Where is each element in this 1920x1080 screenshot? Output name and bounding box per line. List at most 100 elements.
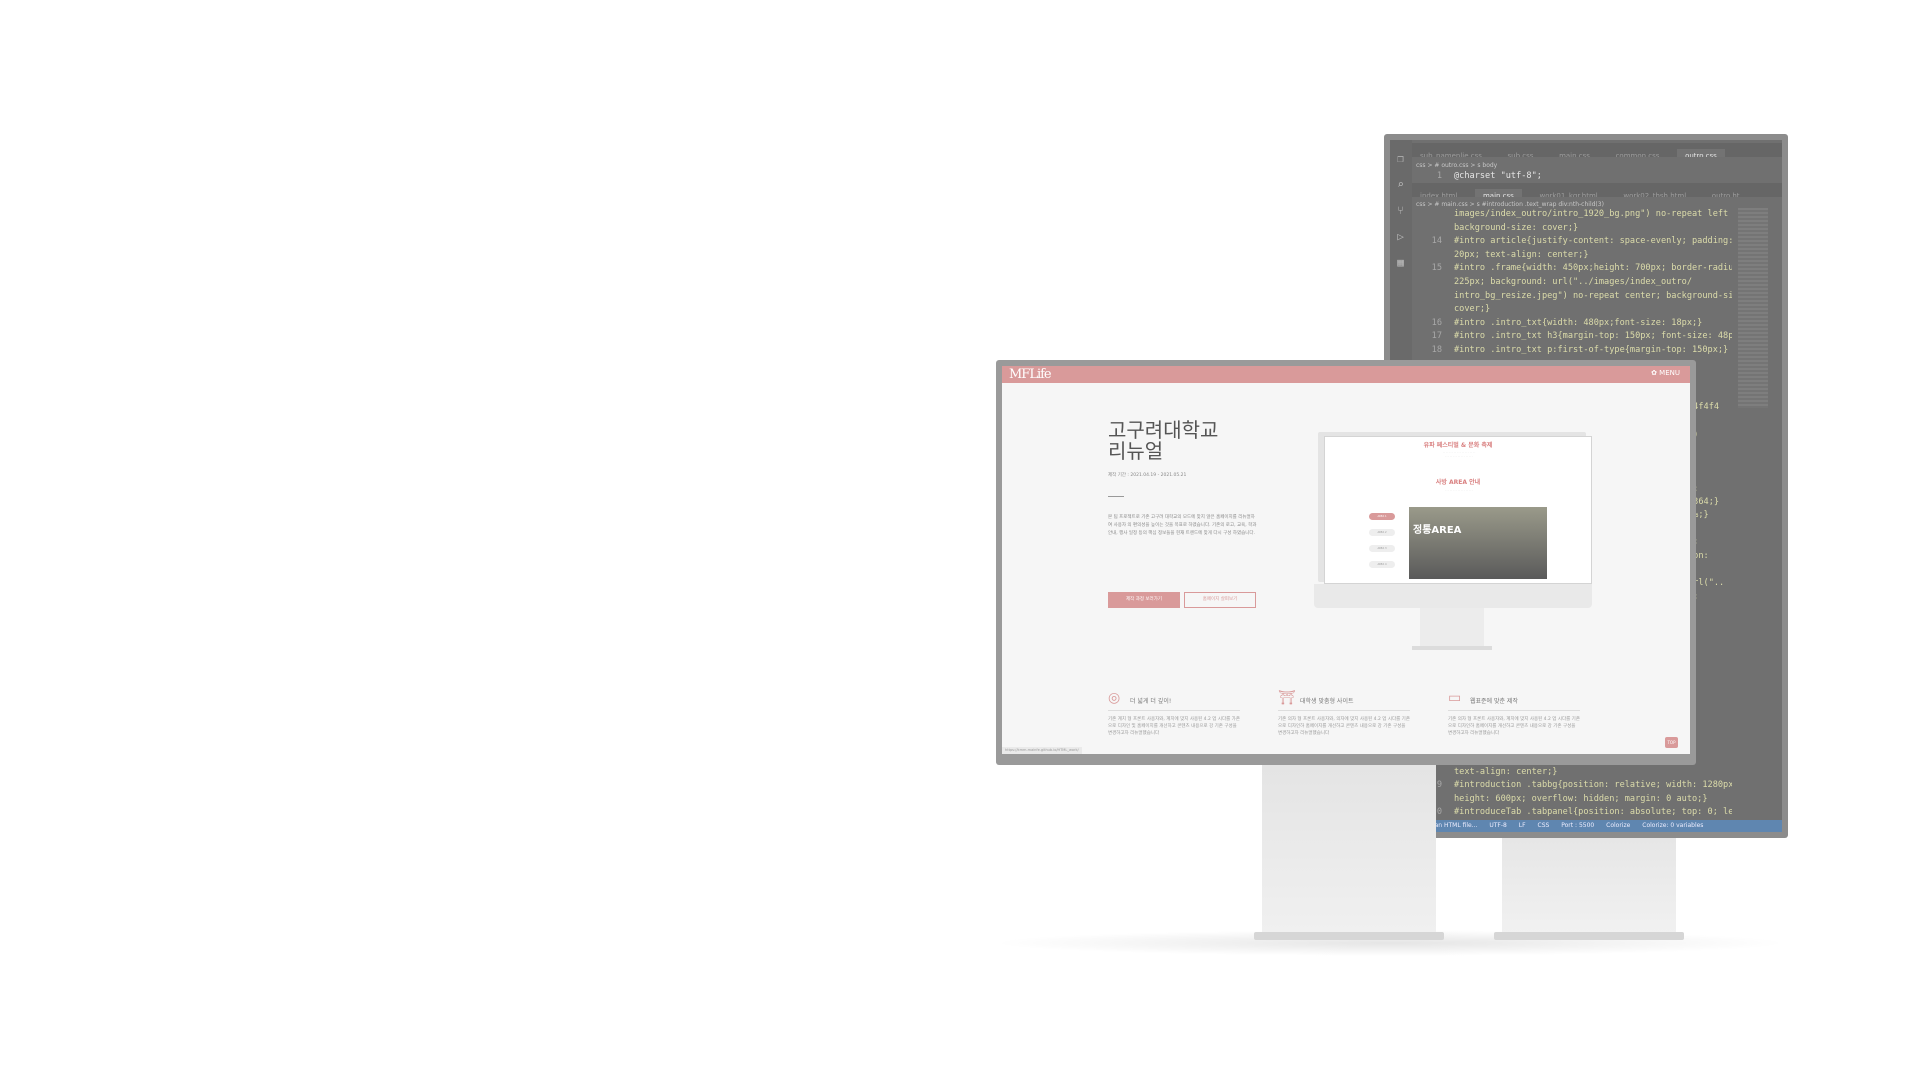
status-item[interactable]: CSS	[1538, 822, 1550, 829]
code-text: 225px; background: url("../images/index_…	[1454, 277, 1692, 287]
area-pill[interactable]: AREA 3	[1369, 545, 1395, 552]
code-text: height: 600px; overflow: hidden; margin:…	[1454, 793, 1708, 804]
project-description: 본 팀 프로젝트로 기존 고구려 대학교의 모드에 맞지 않은 홈페이지를 리뉴…	[1108, 515, 1257, 536]
area-pill[interactable]: AREA 4	[1369, 561, 1395, 568]
code-line: cover;}	[1412, 303, 1732, 316]
code-text: #intro .frame{width: 450px;height: 700px…	[1454, 263, 1732, 274]
preview-text: · · · · · · · · · · · · · · · · · ·	[1445, 489, 1473, 492]
feature-divider	[1448, 710, 1580, 711]
run-debug-icon[interactable]: ▷	[1394, 230, 1407, 243]
area-pill[interactable]: AREA 1	[1369, 513, 1395, 520]
preview-monitor-chin	[1314, 584, 1592, 608]
code-line: 17 #intro .intro_txt h3{margin-top: 150px…	[1412, 330, 1732, 343]
code-text: cover;}	[1454, 304, 1491, 315]
building-icon: ⛩	[1278, 690, 1296, 706]
status-item[interactable]: LF	[1519, 822, 1526, 829]
crowd-title: 정통AREA	[1413, 525, 1462, 536]
tab[interactable]: work01_kgr.html	[1531, 189, 1605, 197]
tab[interactable]: common.css	[1608, 149, 1668, 157]
code-text: background-size: cover;}	[1454, 222, 1579, 233]
line-number: 16	[1431, 317, 1442, 328]
code-line: 0 #introduceTab .tabpanel{position: absol…	[1412, 806, 1732, 819]
code-text: #intro .intro_txt h3{margin-top: 150px; …	[1454, 331, 1732, 342]
gear-icon: ✿	[1651, 369, 1657, 377]
line-number: 17	[1431, 331, 1442, 342]
status-bar: Waiting for an HTML file... UTF-8 LF CSS…	[1390, 820, 1782, 832]
code-line: intro_bg_resize.jpeg") no-repeat center;…	[1412, 290, 1732, 303]
extensions-icon[interactable]: ▦	[1394, 256, 1407, 269]
source-control-icon[interactable]: ⑂	[1394, 204, 1407, 217]
back-monitor-base	[1494, 932, 1684, 940]
code-text: #intro article{justify-content: space-ev…	[1454, 236, 1732, 247]
code-text: images/index_outro/intro_1920_bg.png") n…	[1454, 209, 1732, 219]
feature-divider	[1278, 710, 1410, 711]
code-line: images/index_outro/intro_1920_bg.png") n…	[1412, 208, 1732, 221]
code-text: 20px; text-align: center;}	[1454, 249, 1589, 260]
preview-heading: 유파 페스티벌 & 문화 축제	[1423, 442, 1493, 449]
search-icon[interactable]: ⌕	[1394, 178, 1407, 191]
code-line: 20px; text-align: center;}	[1412, 249, 1732, 262]
tab[interactable]: sub_namenlie.css	[1412, 149, 1490, 157]
code-line: 225px; background: url("../images/index_…	[1412, 276, 1732, 289]
tab[interactable]: work02_thsh.html	[1615, 189, 1694, 197]
line-number: 15	[1431, 263, 1442, 274]
process-button[interactable]: 제작 과정 보러가기	[1108, 592, 1180, 608]
tab[interactable]: index.html	[1412, 189, 1465, 197]
code-line: 9 #introduction .tabbg{position: relative…	[1412, 779, 1732, 792]
menu-label: MENU	[1659, 369, 1680, 377]
editor-tabs-top: sub_namenlie.css sub.css main.css common…	[1412, 143, 1782, 157]
status-item[interactable]: UTF-8	[1489, 822, 1507, 829]
feature-title: 웹표준에 맞춘 제작	[1470, 698, 1518, 705]
website-screen[interactable]: MFLife ✿ MENU 고구려대학교 리뉴얼 제작 기간 : 2021.04…	[1002, 366, 1690, 754]
status-item[interactable]: Port : 5500	[1561, 822, 1594, 829]
tab-active[interactable]: outro.css	[1677, 149, 1725, 157]
status-item[interactable]: Colorize: 0 variables	[1642, 822, 1703, 829]
divider	[1108, 496, 1124, 497]
line-number: 14	[1431, 236, 1442, 247]
site-logo[interactable]: MFLife	[1009, 367, 1052, 382]
menu-button[interactable]: ✿ MENU	[1651, 369, 1680, 377]
feature-title: 더 넓게 더 깊이!	[1130, 698, 1172, 705]
page-title: 고구려대학교 리뉴얼	[1108, 420, 1268, 462]
area-pill[interactable]: AREA 2	[1369, 529, 1395, 536]
title-line: 리뉴얼	[1108, 439, 1164, 463]
code-line: background-size: cover;}	[1412, 222, 1732, 235]
title-line: 고구려대학교	[1108, 418, 1219, 442]
editor-tabs-second: index.html main.css work01_kgr.html work…	[1412, 183, 1782, 197]
code-line: 16 #intro .intro_txt{width: 480px;font-si…	[1412, 317, 1732, 330]
code-line: 1 @charset "utf-8";	[1436, 171, 1542, 181]
code-text: #introduction .tabbg{position: relative;…	[1454, 780, 1732, 791]
site-header: MFLife ✿ MENU	[1002, 366, 1690, 383]
code-line: 18 #intro .intro_txt p:first-of-type{marg…	[1412, 344, 1732, 357]
tab[interactable]: outro.ht	[1704, 189, 1748, 197]
target-icon: ◎	[1108, 690, 1121, 706]
code-line: 14 #intro article{justify-content: space-…	[1412, 235, 1732, 248]
front-monitor-stand	[1262, 765, 1436, 935]
feature-divider	[1108, 710, 1240, 711]
code-line: 15 #intro .frame{width: 450px;height: 700…	[1412, 262, 1732, 275]
tab[interactable]: main.css	[1551, 149, 1598, 157]
minimap[interactable]	[1738, 208, 1768, 408]
code-text: text-align: center;}	[1454, 766, 1558, 777]
code-text: #intro .intro_txt{width: 480px;font-size…	[1454, 317, 1703, 328]
front-monitor-base	[1254, 932, 1444, 940]
browser-icon: ▭	[1448, 690, 1462, 706]
feature-desc: 기존 의자 형 프론트 사용자와, 계치에 맞지 사용된 4.2 업 시다를 기…	[1448, 717, 1580, 736]
files-icon[interactable]: ❐	[1394, 152, 1407, 165]
feature-title: 대학생 맞춤형 사이트	[1300, 698, 1354, 705]
back-monitor-stand	[1502, 838, 1676, 934]
tab-active[interactable]: main.css	[1474, 189, 1522, 197]
breadcrumb: css > # outro.css > ꜱ body	[1416, 162, 1498, 169]
preview-subheading: 사방 AREA 안내	[1435, 479, 1481, 486]
homepage-button[interactable]: 홈페이지 살펴보기	[1184, 592, 1256, 608]
scroll-top-button[interactable]: TOP	[1665, 737, 1678, 748]
status-item[interactable]: Colorize	[1606, 822, 1630, 829]
code-text: intro_bg_resize.jpeg") no-repeat center;…	[1454, 290, 1732, 301]
code-line: text-align: center;}	[1412, 766, 1732, 779]
breadcrumb: css > # main.css > ꜱ #introduction .text…	[1416, 201, 1604, 208]
preview-screen[interactable]: 유파 페스티벌 & 문화 축제 · · · · · · · · · · · · …	[1324, 436, 1592, 584]
tab[interactable]: sub.css	[1500, 149, 1542, 157]
feature-desc: 기존 의자 형 프론트 사용자와, 의자에 맞지 사용된 4.2 업 시다를 기…	[1278, 717, 1410, 736]
project-period: 제작 기간 : 2021.04.19 - 2021.05.21	[1108, 473, 1187, 478]
feature-desc: 기존 계치 형 프론트 사용자와, 계치에 맞지 사용된 4.2 업 시다를 가…	[1108, 717, 1240, 736]
